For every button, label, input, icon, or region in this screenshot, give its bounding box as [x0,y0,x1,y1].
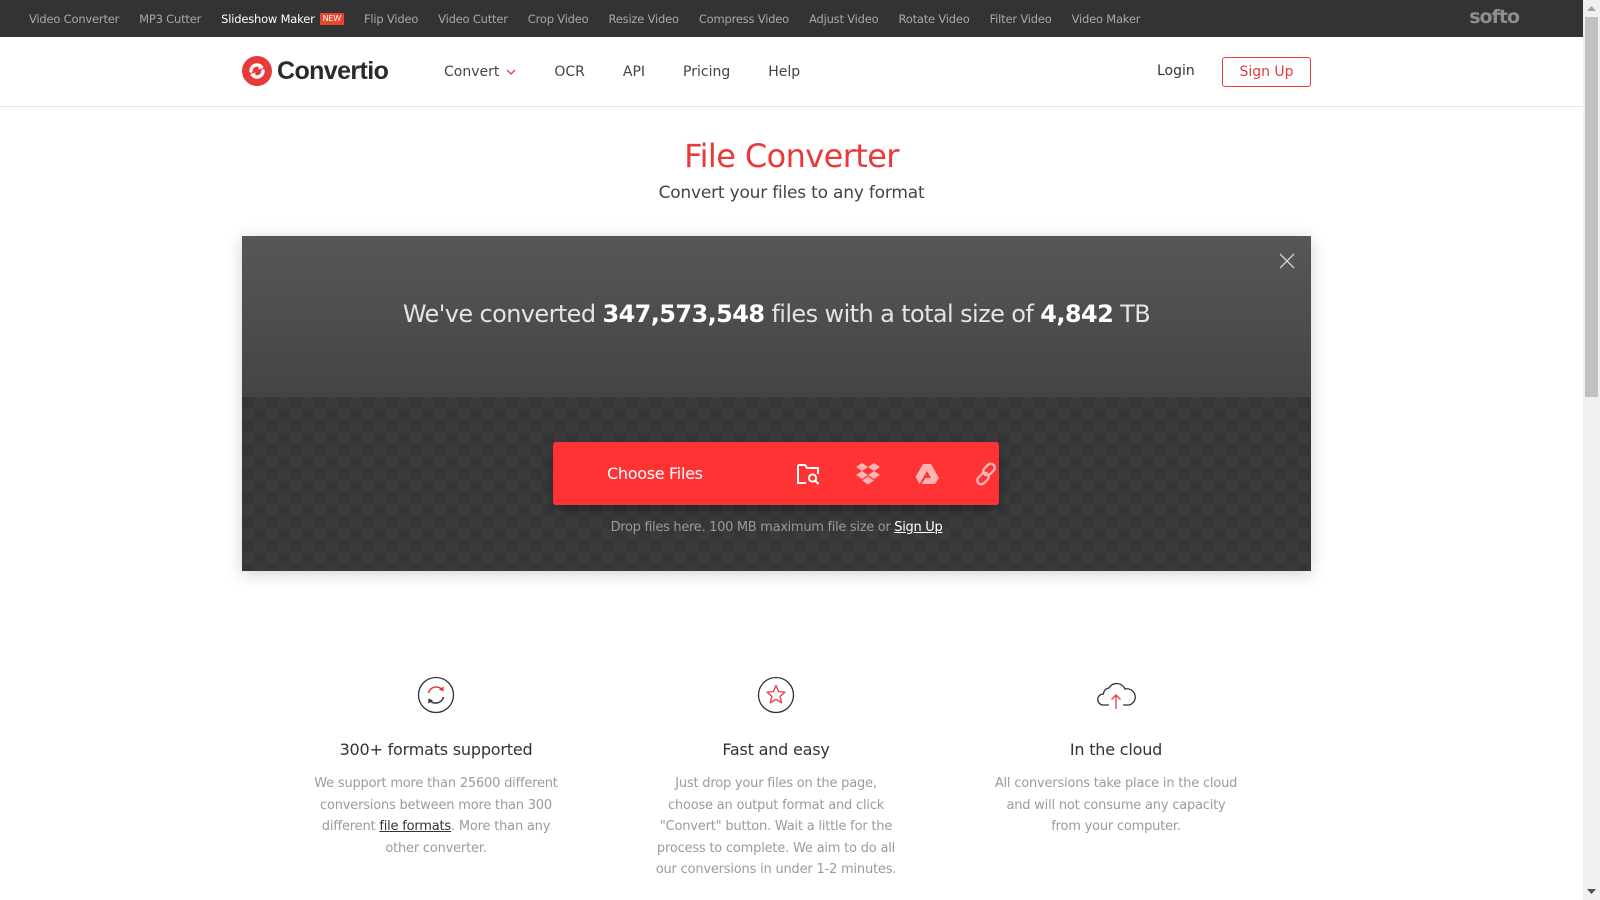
feature-description: All conversions take place in the cloud … [994,776,1238,834]
nav-pricing[interactable]: Pricing [683,64,730,80]
feature-description: We support more than 25600 different con… [311,773,561,859]
nav-convert-label: Convert [444,64,500,80]
softo-item-mp3-cutter[interactable]: MP3 Cutter [139,12,201,26]
main-nav: Convert OCR API Pricing Help [444,37,838,107]
softo-item-label: Slideshow Maker [221,11,315,26]
softo-item-resize-video[interactable]: Resize Video [608,11,680,26]
page-subtitle: Convert your files to any format [658,183,925,203]
feature-title: Fast and easy [722,740,830,759]
softo-item-video-maker[interactable]: Video Maker [1072,12,1141,26]
softo-item-label: Filter Video [989,11,1052,26]
drop-hint: Drop files here. 100 MB maximum file siz… [242,520,1311,535]
cloud-upload-icon [1097,682,1136,709]
softo-product-list: Video Converter MP3 Cutter Slideshow Mak… [0,0,1583,37]
scroll-up-arrow-icon[interactable] [1583,0,1600,17]
choose-files-button[interactable]: Choose Files [553,442,999,505]
new-badge: NEW [319,12,344,25]
choose-files-label: Choose Files [607,464,703,483]
softo-item-label: Compress Video [698,11,790,26]
stats-text: files with a total size of [764,300,1041,328]
feature-title: In the cloud [1069,740,1163,759]
nav-convert[interactable]: Convert [444,64,516,80]
stats-text: We've converted [402,300,603,328]
chevron-down-icon [506,69,516,75]
dropbox-icon[interactable] [855,460,881,488]
softo-item-label: Video Converter [29,11,120,26]
site-header: Convertio Convert OCR API Pricing Help L… [0,37,1583,107]
softo-item-label: Adjust Video [809,11,879,26]
files-count: 347,573,548 [602,300,765,328]
softo-item-label: Video Maker [1071,11,1141,26]
softo-item-label: Video Cutter [438,11,508,26]
softo-logo[interactable]: softo [1469,6,1520,28]
nav-api[interactable]: API [623,64,645,80]
stats-banner: We've converted 347,573,548 files with a… [242,236,1311,397]
softo-item-label: MP3 Cutter [139,11,202,26]
upload-panel: We've converted 347,573,548 files with a… [242,236,1311,571]
total-size: 4,842 [1040,300,1114,328]
feature-cloud: In the cloud All conversions take place … [991,676,1241,838]
sign-up-button[interactable]: Sign Up [1222,57,1311,87]
folder-search-icon[interactable] [796,460,822,488]
star-icon [757,676,795,714]
softo-item-label: Resize Video [608,11,680,26]
conversion-stats: We've converted 347,573,548 files with a… [242,300,1311,328]
softo-item-label: Rotate Video [898,11,970,26]
softo-item-rotate-video[interactable]: Rotate Video [898,12,969,26]
convertio-logo[interactable]: Convertio [242,56,389,86]
stats-text: TB [1113,300,1151,328]
logo-text: Convertio [277,56,389,85]
scrollbar-thumb[interactable] [1585,17,1598,397]
login-link[interactable]: Login [1157,63,1195,79]
nav-ocr[interactable]: OCR [554,64,585,80]
page-title: File Converter [684,137,899,175]
feature-description: Just drop your files on the page, choose… [655,776,897,877]
softo-item-slideshow-maker[interactable]: Slideshow Maker NEW [221,12,344,26]
google-drive-icon[interactable] [914,460,940,488]
nav-help[interactable]: Help [768,64,800,80]
softo-item-label: Flip Video [363,11,419,26]
feature-fast-easy: Fast and easy Just drop your files on th… [651,676,901,881]
softo-item-video-converter[interactable]: Video Converter [29,12,119,26]
link-icon[interactable] [973,460,999,488]
file-formats-link[interactable]: file formats [379,819,451,834]
softo-item-compress-video[interactable]: Compress Video [699,12,789,26]
softo-item-video-cutter[interactable]: Video Cutter [438,12,508,26]
feature-formats: 300+ formats supported We support more t… [311,676,561,859]
softo-item-adjust-video[interactable]: Adjust Video [809,11,879,26]
feature-title: 300+ formats supported [339,740,533,759]
drop-hint-sign-up-link[interactable]: Sign Up [894,520,942,535]
refresh-icon [417,676,455,714]
softo-item-label: Crop Video [527,11,589,26]
drop-zone[interactable]: Choose Files Drop files here. 100 MB max… [242,397,1311,571]
drop-hint-text: Drop files here. 100 MB maximum file siz… [610,520,895,535]
softo-top-bar: Video Converter MP3 Cutter Slideshow Mak… [0,0,1583,37]
vertical-scrollbar[interactable] [1583,0,1600,900]
softo-item-crop-video[interactable]: Crop Video [528,12,589,26]
softo-item-flip-video[interactable]: Flip Video [364,12,418,26]
softo-item-filter-video[interactable]: Filter Video [990,12,1052,26]
close-icon[interactable] [1279,253,1295,269]
convertio-logo-icon [242,56,272,86]
scroll-down-arrow-icon[interactable] [1583,883,1600,900]
